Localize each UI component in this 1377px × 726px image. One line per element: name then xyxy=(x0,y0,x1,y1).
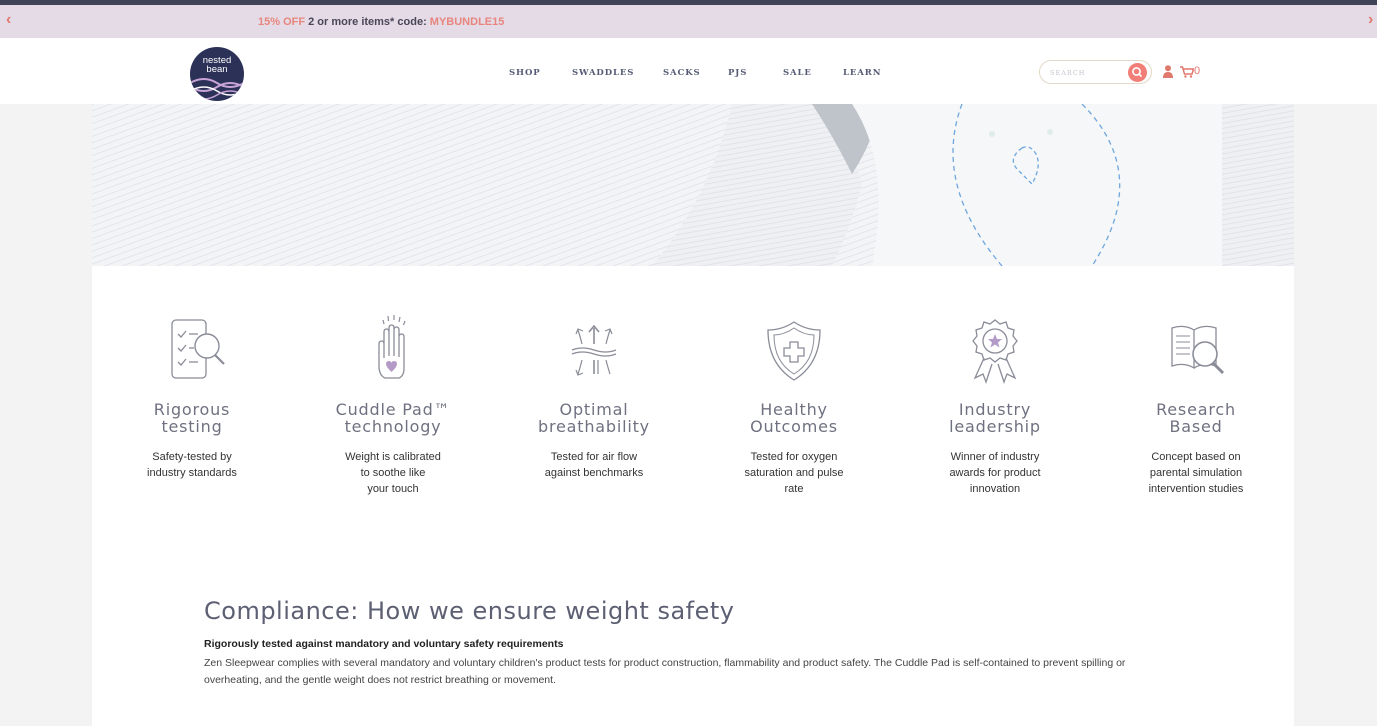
feature-industry-leadership: Industry leadership Winner of industry awa… xyxy=(895,310,1095,497)
compliance-subtitle: Rigorously tested against mandatory and … xyxy=(204,638,564,650)
promo-next-arrow[interactable]: › xyxy=(1368,12,1373,28)
search-button[interactable] xyxy=(1128,63,1147,82)
nav-learn[interactable]: LEARN xyxy=(843,68,881,78)
logo-line2: bean xyxy=(206,64,228,75)
feature-description: Tested for oxygen saturation and pulse rat… xyxy=(744,451,844,495)
search-icon xyxy=(1132,67,1143,78)
checklist-magnifier-icon xyxy=(171,319,225,379)
feature-title: Healthy Outcomes xyxy=(750,400,838,436)
promo-text: 2 or more items* code: xyxy=(305,16,430,28)
nav-shop[interactable]: SHOP xyxy=(509,68,541,78)
feature-title: Rigorous testing xyxy=(153,400,231,436)
feature-description: Safety-tested by industry standards xyxy=(147,451,237,479)
cart-icon[interactable] xyxy=(1180,66,1194,78)
search-input[interactable] xyxy=(1050,66,1125,79)
logo[interactable]: nested bean xyxy=(190,47,244,101)
site-header: nested bean SHOP SWADDLES SACKS PJS SALE… xyxy=(0,38,1377,104)
compliance-title: Compliance: How we ensure weight safety xyxy=(204,597,735,625)
hero-fabric-graphic xyxy=(92,104,1294,266)
cart-count[interactable]: 0 xyxy=(1194,64,1200,78)
content-card: Rigorous testing Safety-tested by industry… xyxy=(92,266,1294,726)
nav-sale[interactable]: SALE xyxy=(783,68,812,78)
user-icon[interactable] xyxy=(1163,65,1173,78)
feature-healthy-outcomes: Healthy Outcomes Tested for oxygen saturat… xyxy=(694,310,894,497)
feature-cuddle-pad: Cuddle Pad™ technology Weight is calibrat… xyxy=(293,310,493,497)
logo-text: nested bean xyxy=(190,56,244,75)
feature-title: Optimal breathability xyxy=(538,400,650,436)
promo-bar: ‹ 15% OFF 2 or more items* code: MYBUNDL… xyxy=(0,5,1377,38)
feature-title: Industry leadership xyxy=(949,400,1041,436)
airflow-arrows-icon xyxy=(571,324,617,376)
feature-research-based: Research Based Concept based on parental s… xyxy=(1096,310,1296,497)
hand-heart-icon xyxy=(378,315,406,379)
promo-code: MYBUNDLE15 xyxy=(429,16,505,28)
feature-description: Weight is calibrated to soothe like your t… xyxy=(345,451,441,495)
logo-waves-icon xyxy=(190,78,244,100)
feature-description: Concept based on parental simulation inter… xyxy=(1148,451,1244,495)
award-badge-icon xyxy=(972,319,1018,384)
nav-pjs[interactable]: PJS xyxy=(728,68,747,78)
nav-sacks[interactable]: SACKS xyxy=(663,68,701,78)
feature-title: Research Based xyxy=(1156,400,1236,436)
compliance-body: Zen Sleepwear complies with several mand… xyxy=(204,657,1126,686)
nav-swaddles[interactable]: SWADDLES xyxy=(572,68,634,78)
book-magnifier-icon xyxy=(1171,325,1225,375)
feature-description: Tested for air flow against benchmarks xyxy=(544,451,644,479)
feature-breathability: Optimal breathability Tested for air flow… xyxy=(494,310,694,481)
search-box xyxy=(1039,60,1152,84)
promo-message[interactable]: 15% OFF 2 or more items* code: MYBUNDLE1… xyxy=(258,15,504,29)
promo-discount: 15% OFF xyxy=(258,16,306,28)
hero-image xyxy=(92,104,1294,266)
feature-rigorous-testing: Rigorous testing Safety-tested by industry… xyxy=(92,310,292,481)
feature-title: Cuddle Pad™ technology xyxy=(335,400,451,436)
feature-description: Winner of industry awards for product inno… xyxy=(949,451,1041,495)
promo-prev-arrow[interactable]: ‹ xyxy=(6,12,11,28)
shield-plus-icon xyxy=(767,321,821,381)
